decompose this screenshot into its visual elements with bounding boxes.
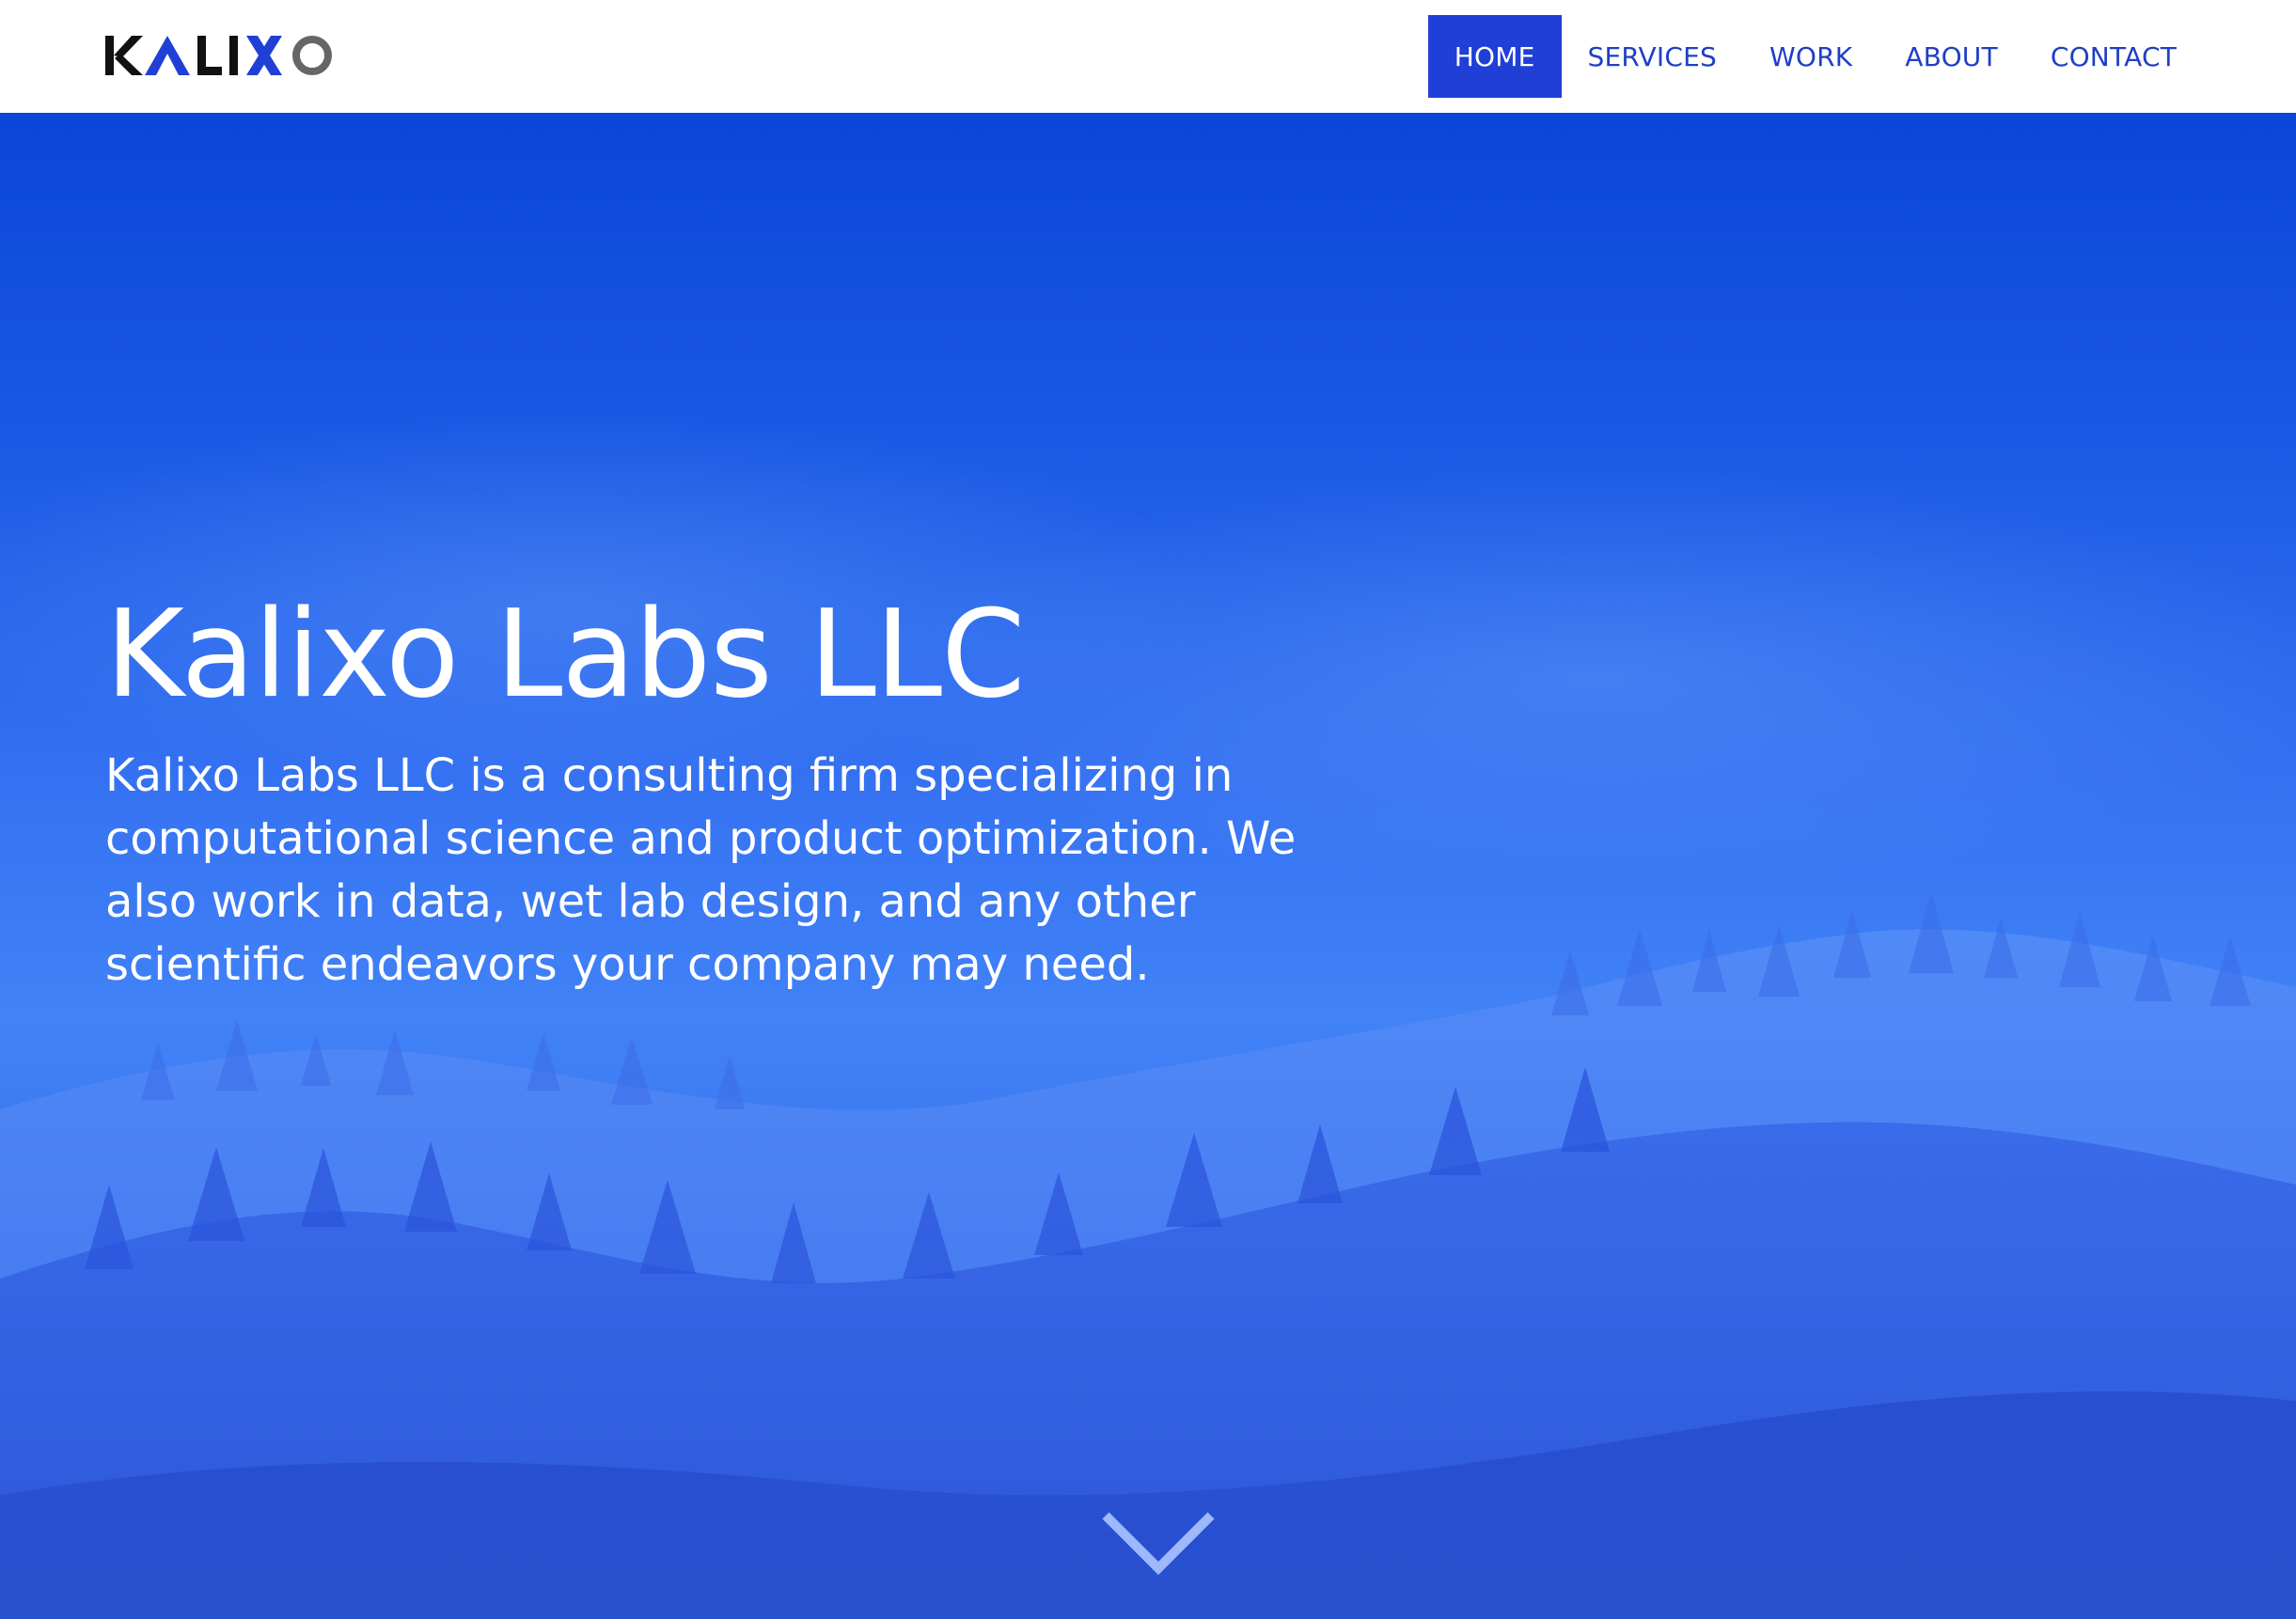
nav-contact[interactable]: CONTACT — [2024, 15, 2203, 98]
brand-logo[interactable] — [103, 24, 338, 85]
scroll-down-button[interactable] — [1100, 1508, 1217, 1578]
page: HOME SERVICES WORK ABOUT CONTACT Kalixo … — [0, 0, 2296, 1619]
hero-title: Kalixo Labs LLC — [105, 585, 1025, 725]
hero-section: Kalixo Labs LLC Kalixo Labs LLC is a con… — [0, 113, 2296, 1619]
nav-home[interactable]: HOME — [1427, 15, 1562, 98]
nav-about[interactable]: ABOUT — [1879, 15, 2024, 98]
nav-work[interactable]: WORK — [1743, 15, 1879, 98]
hero-description: Kalixo Labs LLC is a consulting firm spe… — [105, 749, 1297, 991]
kalixo-logo-icon — [105, 36, 332, 75]
chevron-down-icon — [1102, 1512, 1215, 1576]
main-nav: HOME SERVICES WORK ABOUT CONTACT — [1427, 15, 2296, 98]
site-header: HOME SERVICES WORK ABOUT CONTACT — [0, 0, 2296, 113]
nav-services[interactable]: SERVICES — [1562, 15, 1743, 98]
